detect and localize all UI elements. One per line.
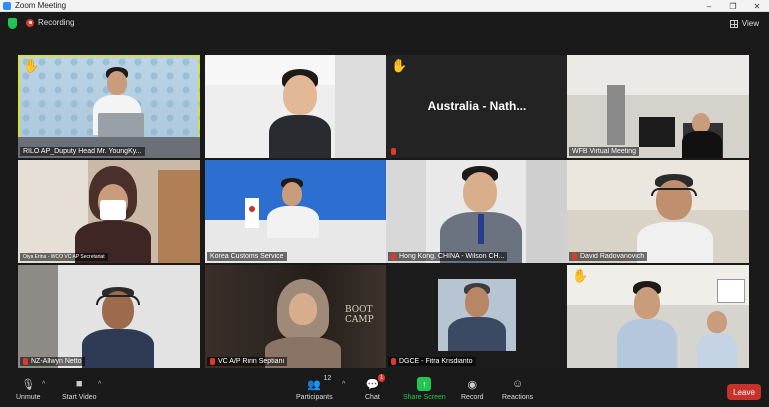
close-button[interactable]: ✕ bbox=[745, 0, 769, 12]
raised-hand-icon: ✋ bbox=[391, 58, 408, 73]
participant-name: Oiya Erina - WCO VC AP Secretariat bbox=[20, 253, 108, 261]
video-tile-ririn[interactable]: BOOT CAMP VC A/P Ririn Septiani bbox=[205, 265, 387, 368]
unmute-button[interactable]: 🎙 Unmute bbox=[16, 377, 41, 402]
share-screen-icon: ↑ bbox=[417, 377, 432, 391]
participants-count: 12 bbox=[323, 375, 332, 382]
leave-button[interactable]: Leave bbox=[727, 384, 761, 400]
participant-name bbox=[388, 147, 402, 156]
boot-camp-text: BOOT CAMP bbox=[345, 305, 374, 325]
muted-mic-icon bbox=[391, 148, 396, 155]
video-tile-hongkong[interactable]: Hong Kong, CHINA - Wilson CH... bbox=[386, 160, 568, 263]
muted-mic-icon bbox=[210, 358, 215, 365]
maximize-button[interactable]: ❐ bbox=[721, 0, 745, 12]
raised-hand-icon: ✋ bbox=[572, 268, 589, 283]
video-tile-12[interactable]: ✋ bbox=[567, 265, 749, 368]
participants-icon: 👥 12 bbox=[307, 375, 332, 391]
video-tile-oiya[interactable]: Oiya Erina - WCO VC AP Secretariat bbox=[18, 160, 200, 263]
reactions-label: Reactions bbox=[502, 394, 534, 401]
gallery-view-icon bbox=[729, 19, 738, 28]
participant-name-center: Australia - Nath... bbox=[427, 99, 527, 113]
video-tile-wfb[interactable]: WFB Virtual Meeting bbox=[567, 55, 749, 158]
audio-options-chevron-up-icon[interactable]: ^ bbox=[42, 381, 45, 388]
participants-button[interactable]: 👥 12 Participants bbox=[296, 375, 333, 401]
participants-chevron-up-icon[interactable]: ^ bbox=[342, 381, 345, 388]
participant-name: DGCE - Fitra Krisdianto bbox=[388, 357, 476, 366]
recording-label: Recording bbox=[38, 18, 75, 27]
video-off-icon: ■ bbox=[75, 378, 83, 390]
muted-mic-icon bbox=[23, 358, 28, 365]
participant-name: NZ-Allwyn Netto bbox=[20, 357, 85, 366]
view-button[interactable]: View bbox=[729, 19, 759, 28]
security-shield-icon[interactable] bbox=[8, 18, 17, 29]
participant-name: WFB Virtual Meeting bbox=[569, 147, 640, 156]
muted-mic-icon bbox=[391, 253, 396, 260]
raised-hand-icon: ✋ bbox=[23, 58, 40, 73]
video-tile-korea[interactable]: Korea Customs Service bbox=[205, 160, 387, 263]
participant-name: Korea Customs Service bbox=[207, 252, 287, 261]
recording-indicator[interactable]: Recording bbox=[26, 18, 74, 27]
meeting-topbar: Recording View bbox=[0, 12, 769, 36]
participants-label: Participants bbox=[296, 394, 333, 401]
video-tile-nz[interactable]: NZ-Allwyn Netto bbox=[18, 265, 200, 368]
unmute-label: Unmute bbox=[16, 394, 41, 401]
participant-name: VC A/P Ririn Septiani bbox=[207, 357, 288, 366]
view-label: View bbox=[741, 19, 759, 28]
chat-icon: 💬 1 bbox=[365, 374, 386, 391]
muted-mic-icon: 🎙 bbox=[21, 378, 36, 391]
share-screen-button[interactable]: ↑ Share Screen bbox=[403, 377, 446, 401]
window-controls: – ❐ ✕ bbox=[697, 0, 769, 12]
chat-button[interactable]: 💬 1 Chat bbox=[365, 374, 386, 401]
record-icon: ◉ bbox=[467, 378, 478, 391]
video-tile-rilo[interactable]: ✋ RILO AP_Duputy Head Mr. YoungKy... bbox=[18, 55, 200, 158]
chat-label: Chat bbox=[365, 394, 380, 401]
video-tile-dgce[interactable]: DGCE - Fitra Krisdianto bbox=[386, 265, 568, 368]
participant-name: RILO AP_Duputy Head Mr. YoungKy... bbox=[20, 147, 145, 156]
window-titlebar: Zoom Meeting – ❐ ✕ bbox=[0, 0, 769, 12]
minimize-button[interactable]: – bbox=[697, 0, 721, 12]
start-video-label: Start Video bbox=[62, 394, 97, 401]
start-video-button[interactable]: ■ Start Video bbox=[62, 377, 97, 401]
record-button[interactable]: ◉ Record bbox=[461, 377, 484, 402]
meeting-toolbar: 🎙 Unmute ^ ■ Start Video ^ 👥 12 Participa… bbox=[0, 371, 769, 407]
video-tile-2[interactable] bbox=[205, 55, 387, 158]
video-tile-australia[interactable]: ✋ Australia - Nath... bbox=[386, 55, 568, 158]
muted-mic-icon bbox=[391, 358, 396, 365]
video-options-chevron-up-icon[interactable]: ^ bbox=[98, 381, 101, 388]
video-tile-david[interactable]: David Radovanovich bbox=[567, 160, 749, 263]
record-label: Record bbox=[461, 394, 484, 401]
recording-icon bbox=[26, 18, 34, 27]
reactions-icon: ☺ bbox=[511, 378, 524, 390]
share-screen-label: Share Screen bbox=[403, 394, 446, 401]
window-title: Zoom Meeting bbox=[15, 1, 67, 10]
participant-name: Hong Kong, CHINA - Wilson CH... bbox=[388, 252, 508, 261]
participant-name: David Radovanovich bbox=[569, 252, 648, 261]
zoom-app-icon bbox=[3, 1, 11, 10]
reactions-button[interactable]: ☺ Reactions bbox=[502, 377, 533, 401]
muted-mic-icon bbox=[572, 253, 577, 260]
chat-badge: 1 bbox=[378, 374, 386, 382]
